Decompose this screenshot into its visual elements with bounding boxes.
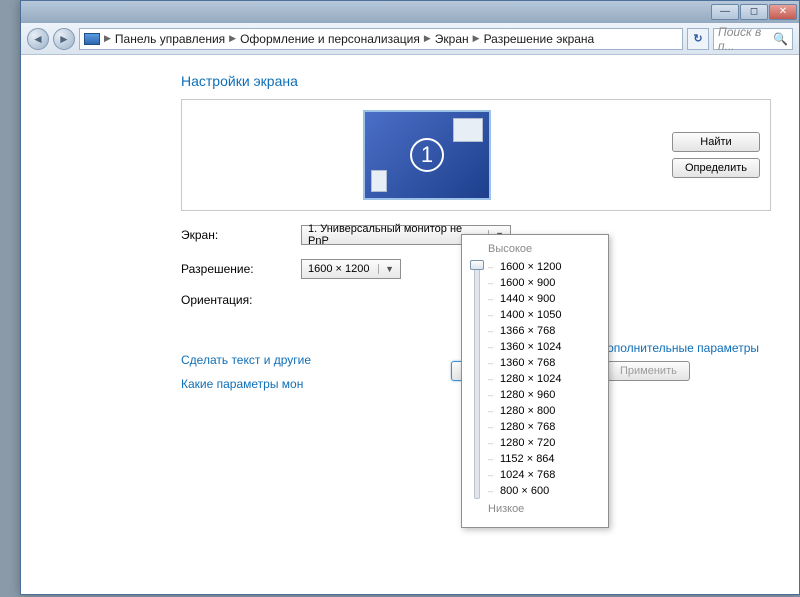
resolution-option[interactable]: –1400 × 1050: [488, 307, 561, 323]
tick-icon: –: [488, 326, 498, 336]
resolution-option[interactable]: –1440 × 900: [488, 291, 561, 307]
nav-forward-button[interactable]: ►: [53, 28, 75, 50]
tick-icon: –: [488, 422, 498, 432]
tick-icon: –: [488, 310, 498, 320]
tick-icon: –: [488, 374, 498, 384]
resolution-option-label: 1152 × 864: [500, 453, 555, 465]
monitor-side-buttons: Найти Определить: [672, 132, 760, 178]
resolution-option-label: 1280 × 1024: [500, 373, 561, 385]
breadcrumb[interactable]: Оформление и персонализация: [240, 32, 420, 46]
tick-icon: –: [488, 278, 498, 288]
resolution-option[interactable]: –1280 × 720: [488, 435, 561, 451]
resolution-option-label: 1366 × 768: [500, 325, 555, 337]
resolution-option[interactable]: –1280 × 768: [488, 419, 561, 435]
chevron-right-icon: ▶: [424, 33, 431, 44]
resolution-option-label: 1360 × 1024: [500, 341, 561, 353]
resolution-option-label: 1600 × 1200: [500, 261, 561, 273]
breadcrumb[interactable]: Разрешение экрана: [484, 32, 595, 46]
tick-icon: –: [488, 358, 498, 368]
monitor-thumb-icon: [453, 118, 483, 142]
tick-icon: –: [488, 406, 498, 416]
resolution-option-label: 1280 × 960: [500, 389, 555, 401]
detect-button[interactable]: Определить: [672, 158, 760, 178]
resolution-option[interactable]: –1360 × 768: [488, 355, 561, 371]
resolution-list: –1600 × 1200–1600 × 900–1440 × 900–1400 …: [488, 259, 561, 501]
resolution-option-label: 1024 × 768: [500, 469, 555, 481]
tick-icon: –: [488, 342, 498, 352]
monitor-thumb-icon: [371, 170, 387, 192]
refresh-button[interactable]: ↻: [687, 28, 709, 50]
resolution-slider[interactable]: [474, 261, 480, 499]
advanced-link[interactable]: Дополнительные параметры: [599, 341, 759, 355]
resolution-option-label: 1440 × 900: [500, 293, 555, 305]
resolution-option[interactable]: –1366 × 768: [488, 323, 561, 339]
nav-back-button[interactable]: ◄: [27, 28, 49, 50]
resolution-option-label: 800 × 600: [500, 485, 549, 497]
search-placeholder: Поиск в п...: [718, 25, 769, 53]
screen-value: 1. Универсальный монитор не PnP: [308, 223, 482, 247]
chevron-right-icon: ▶: [473, 33, 480, 44]
resolution-option[interactable]: –1152 × 864: [488, 451, 561, 467]
resolution-option[interactable]: –1360 × 1024: [488, 339, 561, 355]
tick-icon: –: [488, 390, 498, 400]
search-input[interactable]: Поиск в п... 🔍: [713, 28, 793, 50]
monitor-1[interactable]: 1: [363, 110, 491, 200]
tick-icon: –: [488, 438, 498, 448]
maximize-button[interactable]: ◻: [740, 4, 768, 20]
resolution-option-label: 1280 × 768: [500, 421, 555, 433]
tick-icon: –: [488, 262, 498, 272]
resolution-dropdown[interactable]: 1600 × 1200 ▼: [301, 259, 401, 279]
breadcrumb[interactable]: Экран: [435, 32, 469, 46]
titlebar: — ◻ ✕: [21, 1, 799, 23]
resolution-option[interactable]: –1600 × 900: [488, 275, 561, 291]
resolution-option[interactable]: –1600 × 1200: [488, 259, 561, 275]
resolution-option-label: 1280 × 720: [500, 437, 555, 449]
resolution-option-label: 1600 × 900: [500, 277, 555, 289]
slider-thumb[interactable]: [470, 260, 484, 270]
resolution-option-label: 1400 × 1050: [500, 309, 561, 321]
content-area: Настройки экрана 1 Найти Определить Экра…: [21, 57, 799, 594]
resolution-option[interactable]: –1280 × 960: [488, 387, 561, 403]
resolution-option[interactable]: –800 × 600: [488, 483, 561, 499]
address-bar[interactable]: ▶ Панель управления ▶ Оформление и персо…: [79, 28, 683, 50]
page-title: Настройки экрана: [181, 73, 771, 89]
close-button[interactable]: ✕: [769, 4, 797, 20]
apply-button[interactable]: Применить: [607, 361, 690, 381]
resolution-popup: Высокое –1600 × 1200–1600 × 900–1440 × 9…: [461, 234, 609, 528]
chevron-right-icon: ▶: [104, 33, 111, 44]
tick-icon: –: [488, 470, 498, 480]
monitor-number-badge: 1: [410, 138, 444, 172]
control-panel-window: — ◻ ✕ ◄ ► ▶ Панель управления ▶ Оформлен…: [20, 0, 800, 595]
control-panel-icon: [84, 33, 100, 45]
chevron-down-icon: ▼: [378, 264, 394, 274]
tick-icon: –: [488, 294, 498, 304]
minimize-button[interactable]: —: [711, 4, 739, 20]
resolution-option[interactable]: –1280 × 800: [488, 403, 561, 419]
resolution-option-label: 1280 × 800: [500, 405, 555, 417]
resolution-option[interactable]: –1024 × 768: [488, 467, 561, 483]
tick-icon: –: [488, 454, 498, 464]
monitor-preview-box: 1 Найти Определить: [181, 99, 771, 211]
resolution-option[interactable]: –1280 × 1024: [488, 371, 561, 387]
popup-low-label: Низкое: [488, 503, 600, 515]
orientation-label: Ориентация:: [181, 293, 291, 307]
screen-label: Экран:: [181, 228, 291, 242]
chevron-right-icon: ▶: [229, 33, 236, 44]
search-icon: 🔍: [773, 32, 788, 46]
breadcrumb[interactable]: Панель управления: [115, 32, 225, 46]
resolution-label: Разрешение:: [181, 262, 291, 276]
find-button[interactable]: Найти: [672, 132, 760, 152]
resolution-value: 1600 × 1200: [308, 263, 369, 275]
navbar: ◄ ► ▶ Панель управления ▶ Оформление и п…: [21, 23, 799, 55]
monitor-preview[interactable]: 1: [192, 110, 662, 200]
tick-icon: –: [488, 486, 498, 496]
resolution-option-label: 1360 × 768: [500, 357, 555, 369]
popup-high-label: Высокое: [488, 243, 600, 255]
